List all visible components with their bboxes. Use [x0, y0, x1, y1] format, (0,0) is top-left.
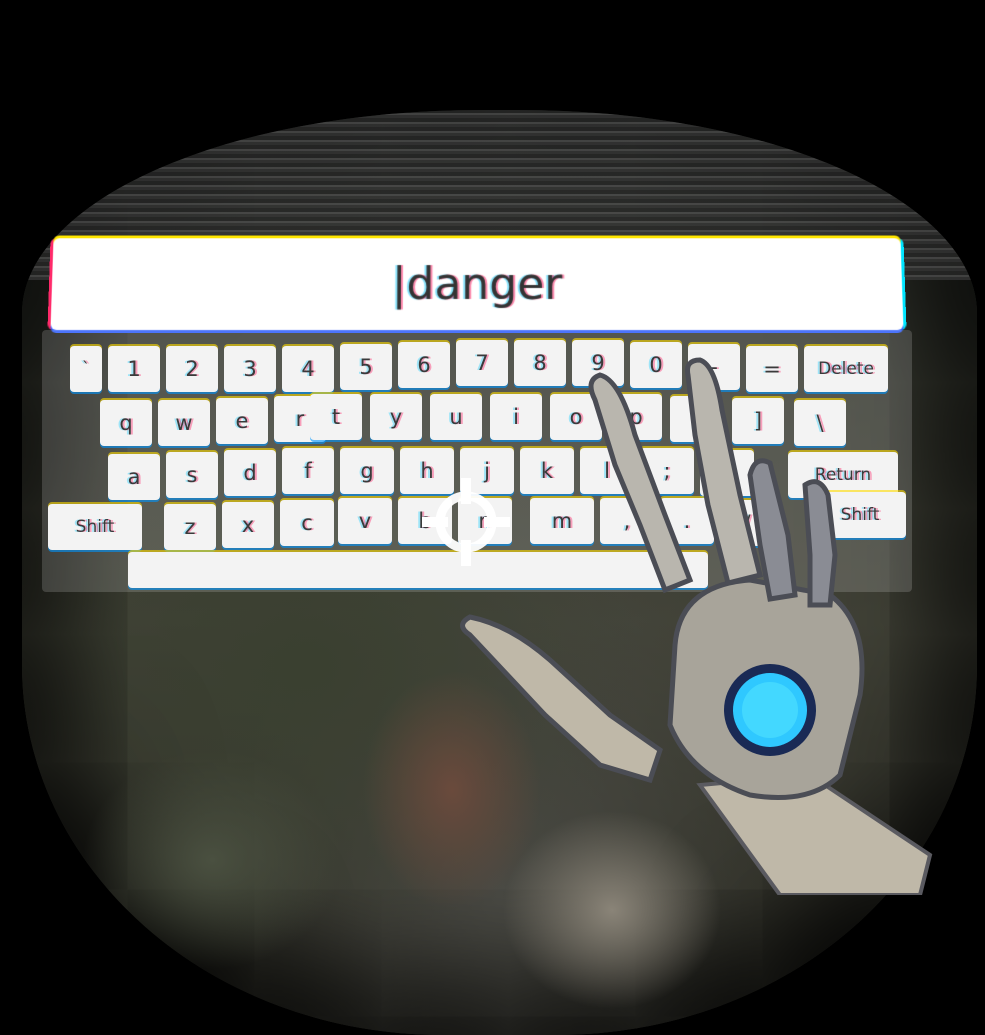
key-d[interactable]: d — [224, 450, 276, 496]
key-6[interactable]: 6 — [398, 342, 450, 388]
text-input-field[interactable]: |danger — [50, 238, 904, 331]
text-input-value: |danger — [391, 258, 563, 310]
key-2[interactable]: 2 — [166, 346, 218, 392]
key-c[interactable]: c — [280, 500, 334, 546]
key-shift-left[interactable]: Shift — [48, 504, 142, 550]
key-g[interactable]: g — [340, 448, 394, 494]
key-1[interactable]: 1 — [108, 346, 160, 392]
key-3[interactable]: 3 — [224, 346, 276, 392]
key-s[interactable]: s — [166, 452, 218, 498]
key-a[interactable]: a — [108, 454, 160, 500]
background-plant — [82, 750, 342, 970]
key-q[interactable]: q — [100, 400, 152, 446]
key-v[interactable]: v — [338, 498, 392, 544]
key-x[interactable]: x — [222, 502, 274, 548]
key-y[interactable]: y — [370, 394, 422, 440]
key-t[interactable]: t — [310, 394, 362, 440]
key-w[interactable]: w — [158, 400, 210, 446]
key-e[interactable]: e — [216, 398, 268, 444]
key-4[interactable]: 4 — [282, 346, 334, 392]
key-f[interactable]: f — [282, 448, 334, 494]
robot-hand-icon — [460, 357, 933, 895]
key-backtick[interactable]: ` — [70, 346, 102, 392]
key-z[interactable]: z — [164, 504, 216, 550]
key-5[interactable]: 5 — [340, 344, 392, 390]
